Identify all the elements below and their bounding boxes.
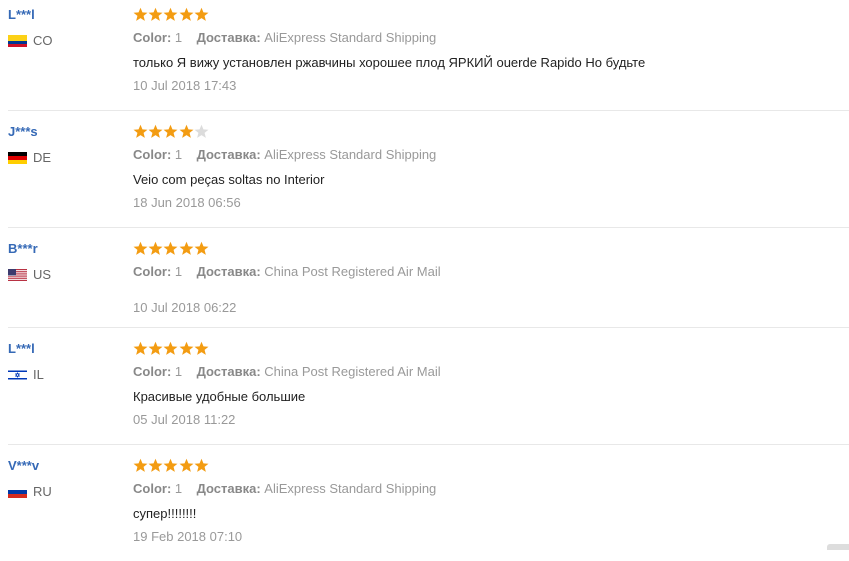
reviewer-name[interactable]: B***r <box>8 241 38 256</box>
delivery-label: Доставка: <box>196 264 261 279</box>
star-icon <box>179 124 194 139</box>
color-label: Color: <box>133 364 172 379</box>
star-icon <box>163 241 178 256</box>
review-divider <box>8 227 849 228</box>
country-code: US <box>33 267 52 282</box>
order-info: Color: 1 Доставка: China Post Registered… <box>133 364 441 379</box>
delivery-value: AliExpress Standard Shipping <box>264 481 437 496</box>
order-info: Color: 1 Доставка: China Post Registered… <box>133 264 441 279</box>
star-icon <box>194 458 209 473</box>
review-text: только Я вижу установлен ржавчины хороше… <box>133 55 646 70</box>
color-value: 1 <box>174 147 183 162</box>
review-text: Красивые удобные большие <box>133 389 306 404</box>
color-value: 1 <box>174 481 183 496</box>
star-icon <box>163 124 178 139</box>
country-code: DE <box>33 150 52 165</box>
color-label: Color: <box>133 147 172 162</box>
review-date: 05 Jul 2018 11:22 <box>133 412 236 427</box>
reviewer-name[interactable]: L***l <box>8 341 35 356</box>
delivery-value: AliExpress Standard Shipping <box>264 147 437 162</box>
delivery-label: Доставка: <box>196 147 261 162</box>
star-icon <box>148 341 163 356</box>
review-item: B***r US Color: 1 Доставка: China Post Reg… <box>0 234 849 328</box>
country-code: RU <box>33 484 52 499</box>
star-rating <box>133 241 209 256</box>
review-divider <box>8 110 849 111</box>
reviewer-name[interactable]: L***l <box>8 7 35 22</box>
delivery-value: China Post Registered Air Mail <box>264 364 441 379</box>
star-icon <box>133 7 148 22</box>
star-icon <box>133 458 148 473</box>
color-value: 1 <box>174 364 183 379</box>
star-icon <box>148 7 163 22</box>
reviewer-country: RU <box>8 484 52 499</box>
review-date: 19 Feb 2018 07:10 <box>133 529 243 544</box>
review-text: Veio com peças soltas no Interior <box>133 172 325 187</box>
star-icon <box>179 341 194 356</box>
star-icon <box>163 458 178 473</box>
review-divider <box>8 444 849 445</box>
star-rating <box>133 7 209 22</box>
delivery-value: AliExpress Standard Shipping <box>264 30 437 45</box>
reviewer-country: IL <box>8 367 44 382</box>
color-value: 1 <box>174 264 183 279</box>
country-code: IL <box>33 367 44 382</box>
delivery-value: China Post Registered Air Mail <box>264 264 441 279</box>
star-icon <box>179 7 194 22</box>
review-item: L***l IL Color: 1 Доставка: China Post Reg… <box>0 334 849 445</box>
review-date: 10 Jul 2018 17:43 <box>133 78 237 93</box>
review-date: 18 Jun 2018 06:56 <box>133 195 241 210</box>
star-rating <box>133 458 209 473</box>
color-label: Color: <box>133 30 172 45</box>
reviewer-country: DE <box>8 150 51 165</box>
order-info: Color: 1 Доставка: AliExpress Standard S… <box>133 481 436 496</box>
star-icon <box>148 241 163 256</box>
country-code: CO <box>33 33 53 48</box>
star-icon <box>179 458 194 473</box>
star-icon <box>148 458 163 473</box>
color-label: Color: <box>133 264 172 279</box>
star-icon <box>133 241 148 256</box>
review-item: V***v RU Color: 1 Доставка: AliExpress Sta… <box>0 451 849 561</box>
order-info: Color: 1 Доставка: AliExpress Standard S… <box>133 30 436 45</box>
review-date: 10 Jul 2018 06:22 <box>133 300 237 315</box>
star-icon <box>163 341 178 356</box>
flag-icon <box>8 485 27 498</box>
star-icon <box>179 241 194 256</box>
star-icon <box>133 124 148 139</box>
star-icon <box>148 124 163 139</box>
reviewer-country: CO <box>8 33 53 48</box>
star-rating <box>133 124 209 139</box>
star-icon <box>194 341 209 356</box>
star-icon <box>194 124 209 139</box>
flag-icon <box>8 268 27 281</box>
review-divider <box>8 327 849 328</box>
review-item: J***s DE Color: 1 Доставка: AliExpress Sta… <box>0 117 849 228</box>
review-text: супер!!!!!!!! <box>133 506 197 521</box>
delivery-label: Доставка: <box>196 364 261 379</box>
delivery-label: Доставка: <box>196 30 261 45</box>
star-icon <box>133 341 148 356</box>
reviewer-country: US <box>8 267 51 282</box>
order-info: Color: 1 Доставка: AliExpress Standard S… <box>133 147 436 162</box>
star-icon <box>194 7 209 22</box>
delivery-label: Доставка: <box>196 481 261 496</box>
star-rating <box>133 341 209 356</box>
star-icon <box>163 7 178 22</box>
star-icon <box>194 241 209 256</box>
color-label: Color: <box>133 481 172 496</box>
review-item: L***l CO Color: 1 Доставка: AliExpress Sta… <box>0 0 849 111</box>
flag-icon <box>8 34 27 47</box>
color-value: 1 <box>174 30 183 45</box>
flag-icon <box>8 368 27 381</box>
flag-icon <box>8 151 27 164</box>
reviewer-name[interactable]: J***s <box>8 124 38 139</box>
scrollbar-corner[interactable] <box>827 544 849 550</box>
reviewer-name[interactable]: V***v <box>8 458 39 473</box>
